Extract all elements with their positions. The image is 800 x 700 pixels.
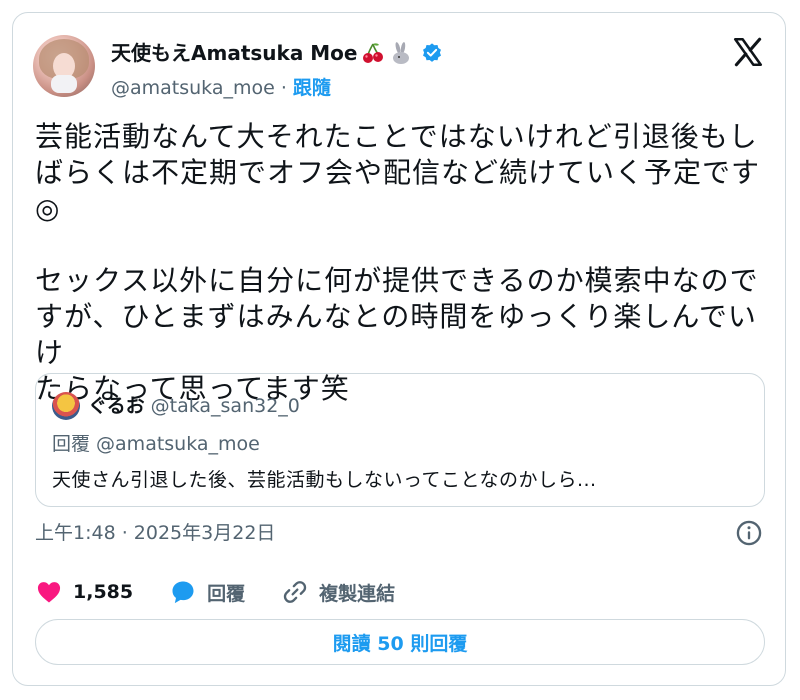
quoted-reply-to: 回覆 @amatsuka_moe <box>52 433 260 455</box>
read-replies-button[interactable]: 閱讀 50 則回覆 <box>35 619 765 665</box>
quoted-text: 天使さん引退した後、芸能活動もしないってことなのかしら... <box>52 469 597 491</box>
reply-label: 回覆 <box>207 582 246 605</box>
tweet-timestamp[interactable]: 上午1:48 · 2025年3月22日 <box>35 519 275 547</box>
tweet-text: 芸能活動なんて大それたことではないけれど引退後もし ばらくは不定期でオフ会や配信… <box>35 120 761 405</box>
separator-dot: · <box>280 77 287 99</box>
quoted-author-name: ぐるお <box>88 395 145 417</box>
quoted-author-avatar <box>52 392 80 420</box>
info-icon[interactable] <box>735 519 763 547</box>
heart-icon <box>37 582 61 603</box>
reply-bubble-icon <box>172 581 194 604</box>
link-icon <box>283 581 307 603</box>
cherries-icon <box>363 43 384 63</box>
like-button[interactable]: 1,585 <box>35 578 133 606</box>
author-name-line: 天使もえAmatsuka Moe <box>111 39 443 67</box>
rabbit-icon <box>393 42 410 64</box>
action-bar: 1,585 回覆 複製連結 <box>35 577 431 607</box>
author-avatar[interactable] <box>33 35 95 97</box>
x-logo-icon[interactable] <box>731 35 765 69</box>
reply-button[interactable]: 回覆 <box>169 578 245 606</box>
author-handle-line: @amatsuka_moe · 跟隨 <box>111 75 331 101</box>
author-display-name[interactable]: 天使もえAmatsuka Moe <box>111 39 357 67</box>
copy-link-button[interactable]: 複製連結 <box>281 578 395 606</box>
verified-badge-icon <box>423 43 442 62</box>
copy-link-label: 複製連結 <box>319 582 396 605</box>
author-handle[interactable]: @amatsuka_moe <box>111 75 275 101</box>
tweet-card: 天使もえAmatsuka Moe @amatsuka_moe · 跟隨 芸能活動… <box>12 12 786 686</box>
quoted-tweet[interactable]: ぐるお @taka_san32_0 回覆 @amatsuka_moe 天使さん引… <box>35 373 765 507</box>
quoted-author-line: ぐるお @taka_san32_0 <box>88 392 300 420</box>
quoted-author-handle: @taka_san32_0 <box>150 395 300 417</box>
follow-button[interactable]: 跟隨 <box>293 75 331 101</box>
like-count: 1,585 <box>73 581 134 603</box>
